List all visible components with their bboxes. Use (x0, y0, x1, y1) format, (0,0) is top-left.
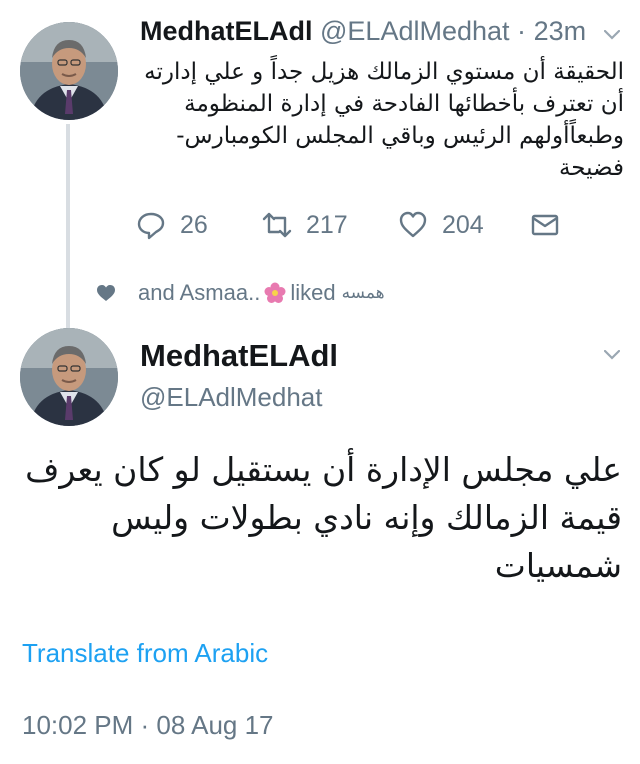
envelope-icon (531, 214, 559, 236)
share-button[interactable] (530, 210, 574, 240)
tweet-text-line: الحقيقة أن مستوي الزمالك هزيل جداً و علي… (144, 59, 624, 85)
chevron-down-icon[interactable] (604, 350, 620, 360)
tweet-text-line: قيمة الزمالك وإنه نادي بطولات وليس (111, 498, 622, 537)
tweet-header: MedhatELAdl @ELAdlMedhat · 23m (140, 16, 586, 47)
retweet-button[interactable]: 217 (262, 210, 348, 240)
avatar[interactable] (20, 328, 118, 426)
reply-button[interactable]: 26 (136, 210, 208, 240)
reply-icon (137, 212, 165, 240)
heart-icon (399, 211, 427, 238)
liked-notice[interactable]: and Asmaa.. liked همسه (96, 280, 385, 306)
author-handle[interactable]: @ELAdlMedhat (140, 382, 323, 413)
tweet-text: الحقيقة أن مستوي الزمالك هزيل جداً و علي… (138, 56, 624, 184)
tweet-text-line: فضيحة (558, 155, 624, 181)
retweet-count: 217 (306, 210, 348, 239)
tweet-actions: 26 217 204 (0, 206, 640, 246)
like-count: 204 (442, 210, 484, 239)
retweet-icon (262, 212, 292, 238)
tweet-text: علي مجلس الإدارة أن يستقيل لو كان يعرف ق… (18, 446, 622, 590)
chevron-down-icon[interactable] (604, 30, 620, 40)
separator: · (517, 16, 527, 46)
author-handle[interactable]: @ELAdlMedhat (320, 16, 510, 46)
liked-names: and Asmaa.. (138, 280, 261, 305)
author-name[interactable]: MedhatELAdl (140, 16, 313, 46)
translate-link[interactable]: Translate from Arabic (22, 638, 268, 669)
time-ago: 23m (533, 16, 587, 46)
liked-label: liked (290, 280, 336, 305)
author-name[interactable]: MedhatELAdl (140, 338, 338, 374)
small-heart-icon (97, 285, 115, 301)
tweet-text-line: أن تعترف بأخطائها الفادحة في إدارة المنظ… (184, 91, 624, 117)
tweet-text-line: شمسيات (494, 546, 622, 585)
tweet-text-line: وطبعاًأولهم الرئيس وباقي المجلس الكومبار… (176, 123, 624, 149)
tweet-text-line: علي مجلس الإدارة أن يستقيل لو كان يعرف (25, 450, 622, 489)
tweet-timestamp: 10:02 PM · 08 Aug 17 (22, 710, 274, 740)
like-button[interactable]: 204 (398, 210, 484, 240)
liked-arabic-name: همسه (341, 283, 385, 303)
flower-emoji-icon (264, 282, 286, 303)
avatar[interactable] (20, 22, 118, 120)
reply-count: 26 (180, 210, 208, 239)
